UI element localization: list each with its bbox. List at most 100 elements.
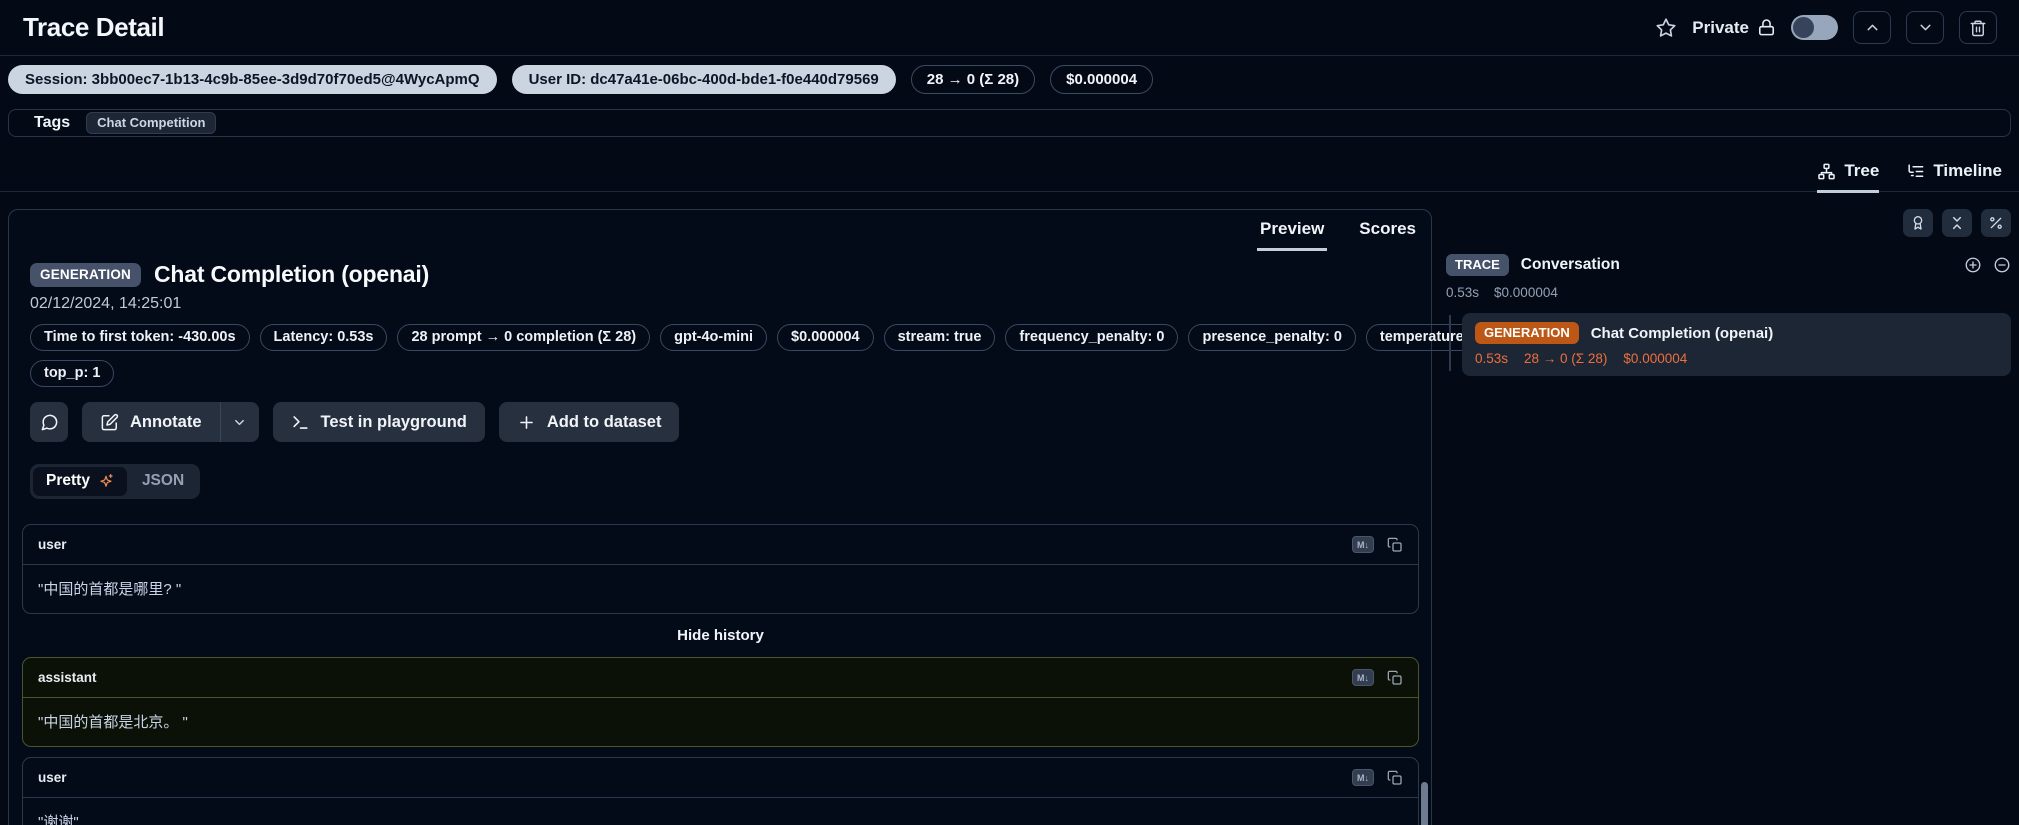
tags-container: Tags Chat Competition: [8, 109, 2011, 137]
privacy-indicator: Private: [1692, 18, 1776, 38]
expand-all-button[interactable]: [1964, 256, 1982, 274]
page-title: Trace Detail: [23, 12, 164, 43]
format-toggle: Pretty JSON: [30, 464, 200, 499]
metric-pill: top_p: 1: [30, 360, 114, 387]
chevron-up-icon: [1864, 19, 1881, 36]
chevrons-collapse-icon: [1949, 215, 1965, 231]
panel-scrollbar[interactable]: [1421, 782, 1428, 825]
copy-button[interactable]: [1387, 770, 1403, 786]
content-area: Preview Scores GENERATION Chat Completio…: [0, 209, 2019, 825]
markdown-toggle-icon[interactable]: M↓: [1352, 769, 1374, 786]
observation-header: GENERATION Chat Completion (openai) 02/1…: [9, 251, 1431, 387]
tab-tree[interactable]: Tree: [1817, 161, 1879, 193]
trace-stats: 0.53s $0.000004: [1446, 285, 2011, 300]
copy-button[interactable]: [1387, 537, 1403, 553]
star-icon: [1655, 17, 1677, 39]
minus-circle-icon: [1993, 256, 2011, 274]
tab-scores[interactable]: Scores: [1356, 219, 1419, 251]
toggle-knob: [1793, 17, 1814, 38]
header-controls: Private: [1655, 11, 1997, 44]
metric-pill: Time to first token: -430.00s: [30, 324, 250, 351]
trace-tree-sidebar: TRACE Conversation 0.53s: [1432, 209, 2019, 376]
trace-cost: $0.000004: [1494, 285, 1558, 300]
annotate-button[interactable]: Annotate: [82, 402, 220, 442]
format-tab-json[interactable]: JSON: [129, 467, 197, 496]
tab-preview[interactable]: Preview: [1257, 219, 1327, 251]
add-to-dataset-button[interactable]: Add to dataset: [499, 402, 680, 442]
sparkles-icon: [98, 473, 114, 489]
tab-timeline-label: Timeline: [1933, 161, 2002, 181]
metric-pill: 28 prompt → 0 completion (Σ 28): [397, 324, 650, 351]
format-tab-pretty[interactable]: Pretty: [33, 467, 127, 496]
award-icon: [1910, 215, 1926, 231]
plus-icon: [517, 413, 536, 432]
markdown-toggle-icon[interactable]: M↓: [1352, 669, 1374, 686]
dataset-label: Add to dataset: [547, 413, 662, 432]
observation-metrics: Time to first token: -430.00s Latency: 0…: [30, 324, 1409, 387]
trace-name: Conversation: [1521, 256, 1620, 274]
markdown-toggle-icon[interactable]: M↓: [1352, 536, 1374, 553]
message-content: "谢谢": [23, 798, 1418, 825]
chevron-down-icon: [1917, 19, 1934, 36]
annotate-split-button: Annotate: [82, 402, 259, 442]
tab-timeline[interactable]: Timeline: [1906, 161, 2002, 193]
collapse-all-button[interactable]: [1942, 209, 1972, 237]
delete-trace-button[interactable]: [1959, 11, 1997, 44]
token-usage-badge: 28 → 0 (Σ 28): [911, 65, 1035, 94]
pretty-label: Pretty: [46, 472, 90, 490]
message-header: user M↓: [23, 525, 1418, 565]
metric-pill: gpt-4o-mini: [660, 324, 767, 351]
message-content: "中国的首都是北京。 ": [23, 698, 1418, 746]
session-badge[interactable]: Session: 3bb00ec7-1b13-4c9b-85ee-3d9d70f…: [8, 65, 497, 94]
copy-button[interactable]: [1387, 670, 1403, 686]
message-user-1: user M↓ "中国的首都是哪里? ": [22, 524, 1419, 614]
generation-node-stats: 0.53s 28 → 0 (Σ 28) $0.000004: [1475, 351, 1998, 366]
metrics-toggle-button[interactable]: [1981, 209, 2011, 237]
observation-timestamp: 02/12/2024, 14:25:01: [30, 295, 1409, 313]
test-in-playground-button[interactable]: Test in playground: [273, 402, 485, 442]
tree-children: GENERATION Chat Completion (openai) 0.53…: [1446, 313, 2011, 376]
observation-panel: Preview Scores GENERATION Chat Completio…: [8, 209, 1432, 825]
observation-actions: Annotate Test in playground: [30, 402, 1431, 442]
privacy-label: Private: [1692, 18, 1749, 38]
message-list: user M↓ "中国的首都是哪里? " Hide history: [22, 524, 1419, 825]
metric-pill: presence_penalty: 0: [1188, 324, 1355, 351]
prev-trace-button[interactable]: [1853, 11, 1891, 44]
public-sharing-toggle[interactable]: [1791, 15, 1838, 40]
copy-icon: [1387, 670, 1403, 686]
collapse-node-button[interactable]: [1993, 256, 2011, 274]
comment-button[interactable]: [30, 402, 68, 442]
generation-node-selected[interactable]: GENERATION Chat Completion (openai) 0.53…: [1462, 313, 2011, 376]
tags-label: Tags: [34, 114, 70, 132]
next-trace-button[interactable]: [1906, 11, 1944, 44]
cost-badge: $0.000004: [1050, 65, 1153, 94]
metric-pill: stream: true: [884, 324, 996, 351]
bookmark-star-button[interactable]: [1655, 17, 1677, 39]
tree-connector-line: [1449, 315, 1451, 371]
playground-label: Test in playground: [321, 413, 467, 432]
tree-icon: [1817, 162, 1836, 181]
tab-tree-label: Tree: [1844, 161, 1879, 181]
message-header: user M↓: [23, 758, 1418, 798]
hide-history-button[interactable]: Hide history: [22, 627, 1419, 644]
view-tabs: Tree Timeline: [0, 149, 2019, 192]
panel-tabs: Preview Scores: [9, 210, 1431, 251]
message-assistant: assistant M↓ "中国的首都是北京。 ": [22, 657, 1419, 747]
comment-icon: [40, 413, 59, 432]
scores-toggle-button[interactable]: [1903, 209, 1933, 237]
message-role: user: [38, 537, 67, 552]
message-role: assistant: [38, 670, 97, 685]
user-id-badge[interactable]: User ID: dc47a41e-06bc-400d-bde1-f0e440d…: [512, 65, 896, 94]
trace-type-badge: TRACE: [1446, 254, 1509, 276]
tag-chat-competition[interactable]: Chat Competition: [86, 112, 216, 134]
annotate-dropdown-button[interactable]: [221, 402, 259, 442]
metric-pill: frequency_penalty: 0: [1005, 324, 1178, 351]
node-latency: 0.53s: [1475, 351, 1508, 366]
message-role: user: [38, 770, 67, 785]
metric-pill: $0.000004: [777, 324, 874, 351]
generation-type-badge: GENERATION: [30, 263, 141, 287]
trace-root-row[interactable]: TRACE Conversation: [1446, 254, 2011, 276]
list-tree-icon: [1906, 162, 1925, 181]
copy-icon: [1387, 770, 1403, 786]
observation-title: Chat Completion (openai): [154, 261, 429, 288]
